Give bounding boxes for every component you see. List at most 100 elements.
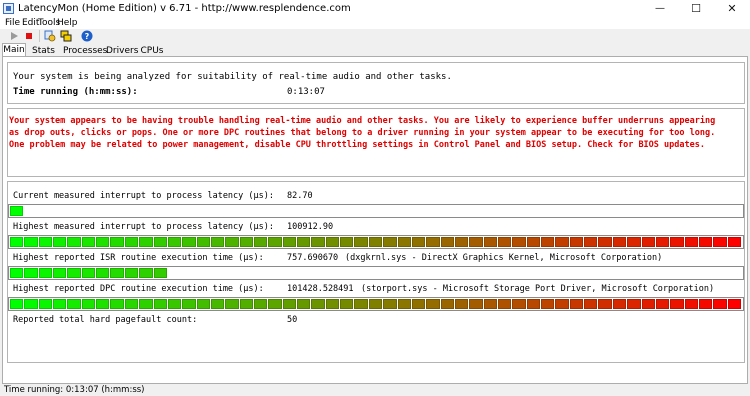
processes-drivers-button[interactable] (43, 29, 57, 43)
menu-help[interactable]: Help (57, 17, 78, 29)
bar-segment (110, 237, 124, 247)
windows-icon (60, 30, 72, 42)
bar-segment (340, 237, 354, 247)
highest-latency-bar (8, 235, 744, 249)
bar-segment (96, 268, 110, 278)
bar-segment (24, 268, 38, 278)
play-icon (11, 32, 18, 40)
close-button[interactable]: ✕ (714, 0, 750, 17)
bar-segment (325, 237, 340, 247)
start-monitoring-button[interactable] (7, 29, 21, 43)
bar-segment (311, 299, 325, 309)
bar-segment (239, 299, 253, 309)
bar-segment (38, 237, 53, 247)
warning-box: Your system appears to be having trouble… (7, 108, 745, 177)
bar-segment (383, 237, 397, 247)
svg-text:?: ? (85, 32, 90, 41)
bar-segment (569, 299, 584, 309)
bar-segment (81, 268, 96, 278)
isr-driver-detail: (dxgkrnl.sys - DirectX Graphics Kernel, … (345, 253, 663, 263)
bar-segment (124, 237, 139, 247)
tab-strip: Main Stats Processes Drivers CPUs (0, 43, 750, 57)
bar-segment (555, 299, 569, 309)
analysis-status-text: Your system is being analyzed for suitab… (13, 72, 452, 82)
current-latency-bar (8, 204, 744, 218)
bar-segment (483, 299, 497, 309)
tab-processes[interactable]: Processes (62, 44, 107, 56)
stop-monitoring-button[interactable] (22, 29, 36, 43)
bar-segment (10, 299, 24, 309)
bar-segment (139, 268, 153, 278)
bar-segment (124, 268, 139, 278)
bar-segment (526, 237, 541, 247)
bar-segment (67, 237, 81, 247)
tab-stats[interactable]: Stats (31, 44, 55, 56)
current-latency-value: 82.70 (287, 191, 313, 201)
close-icon: ✕ (727, 2, 737, 15)
bar-segment (38, 299, 53, 309)
bar-segment (598, 237, 612, 247)
time-running-value: 0:13:07 (287, 87, 325, 97)
bar-segment (282, 237, 297, 247)
maximize-button[interactable]: ☐ (678, 0, 714, 17)
bar-segment (67, 268, 81, 278)
metrics-box: Current measured interrupt to process la… (7, 181, 745, 363)
window-title: LatencyMon (Home Edition) v 6.71 - http:… (18, 3, 351, 14)
title-bar: LatencyMon (Home Edition) v 6.71 - http:… (0, 0, 750, 17)
bar-segment (196, 237, 210, 247)
bar-segment (498, 299, 512, 309)
bar-segment (555, 237, 569, 247)
menu-file[interactable]: File (5, 17, 20, 29)
tab-cpus[interactable]: CPUs (139, 44, 165, 56)
bar-segment (239, 237, 253, 247)
bar-segment (110, 299, 124, 309)
bar-segment (698, 237, 713, 247)
current-latency-label: Current measured interrupt to process la… (13, 191, 274, 201)
maximize-icon: ☐ (691, 2, 701, 15)
bar-segment (182, 299, 196, 309)
bar-segment (210, 299, 225, 309)
bar-segment (469, 299, 483, 309)
bar-segment (354, 299, 368, 309)
tab-drivers[interactable]: Drivers (105, 44, 138, 56)
bar-segment (512, 237, 526, 247)
bar-segment (282, 299, 297, 309)
menu-edit[interactable]: Edit (22, 17, 39, 29)
drivers-icon (44, 30, 56, 42)
bar-segment (498, 237, 512, 247)
bar-segment (268, 237, 282, 247)
tab-main[interactable]: Main (2, 43, 26, 57)
minimize-button[interactable]: — (642, 0, 678, 17)
bar-segment (325, 299, 340, 309)
minimize-icon: — (655, 3, 665, 14)
windows-button[interactable] (59, 29, 73, 43)
main-panel: Your system is being analyzed for suitab… (2, 56, 748, 384)
bar-segment (397, 237, 411, 247)
bar-segment (526, 299, 541, 309)
bar-segment (655, 299, 670, 309)
highest-latency-label: Highest measured interrupt to process la… (13, 222, 274, 232)
bar-segment (541, 237, 555, 247)
bar-segment (153, 268, 167, 278)
help-button[interactable]: ? (80, 29, 94, 43)
bar-segment (81, 299, 96, 309)
dpc-driver-detail: (storport.sys - Microsoft Storage Port D… (361, 284, 715, 294)
menu-bar: File Edit Tools Help (0, 17, 750, 29)
toolbar: ? (0, 29, 750, 43)
bar-segment (139, 237, 153, 247)
bar-segment (139, 299, 153, 309)
bar-segment (598, 299, 612, 309)
bar-segment (684, 299, 698, 309)
bar-segment (655, 237, 670, 247)
bar-segment (24, 299, 38, 309)
bar-segment (167, 299, 182, 309)
help-icon: ? (81, 30, 93, 42)
bar-segment (512, 299, 526, 309)
bar-segment (684, 237, 698, 247)
bar-segment (713, 237, 727, 247)
isr-time-value: 757.690670 (287, 253, 339, 263)
bar-segment (297, 299, 311, 309)
analysis-box: Your system is being analyzed for suitab… (7, 62, 745, 104)
bar-segment (368, 237, 383, 247)
bar-segment (124, 299, 139, 309)
